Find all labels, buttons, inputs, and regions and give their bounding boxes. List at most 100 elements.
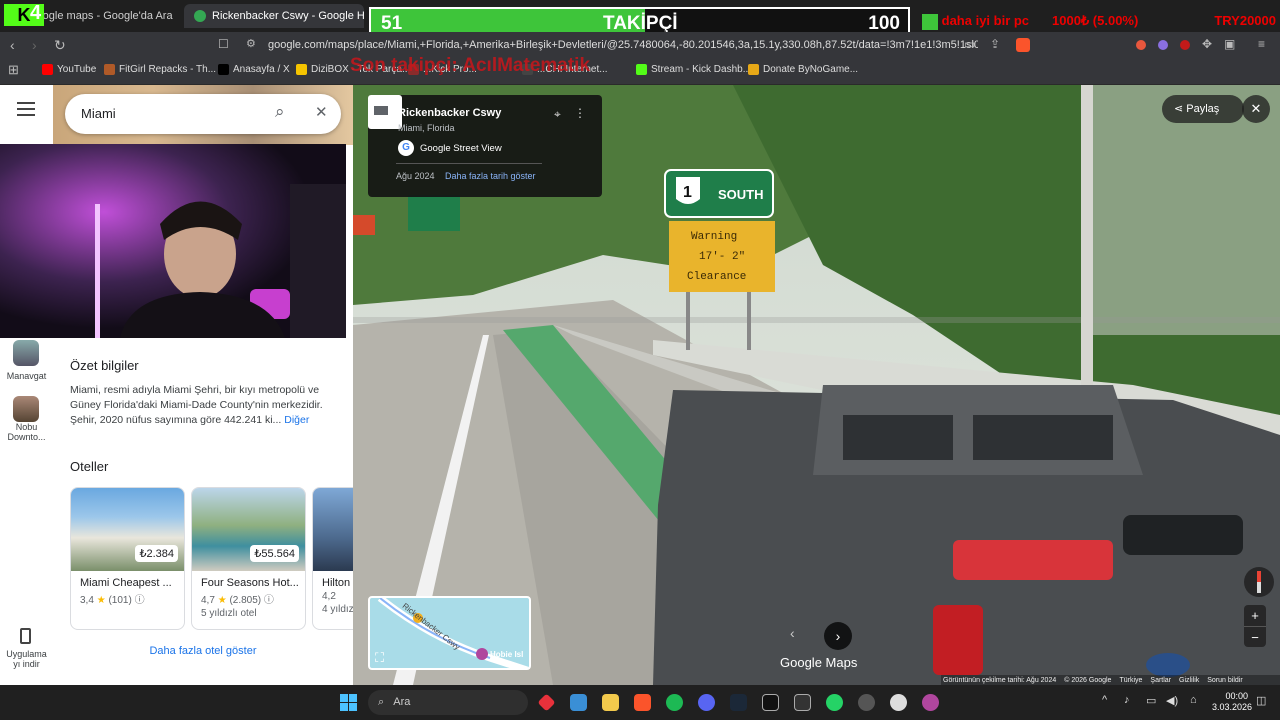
clock[interactable]: 00:00 3.03.2026 — [1212, 691, 1252, 713]
overview-title: Özet bilgiler — [70, 358, 139, 373]
hotel-rating: 4,7 — [201, 595, 215, 606]
microphone-icon[interactable]: ♪ — [1124, 694, 1130, 706]
search-icon[interactable]: ⌕ — [275, 102, 285, 122]
bookmark-icon[interactable]: ☐ — [218, 37, 229, 51]
prev-photo-icon[interactable]: ‹ — [790, 625, 795, 641]
apps-grid-icon[interactable]: ⊞ — [8, 62, 19, 78]
bookmark-kick-dashboard[interactable]: Stream - Kick Dashb... — [636, 64, 751, 75]
app-icon[interactable] — [858, 694, 875, 711]
reload-icon[interactable]: ↻ — [54, 37, 66, 54]
extension-icon[interactable] — [1158, 40, 1168, 50]
info-icon[interactable]: ⓘ — [135, 595, 145, 606]
footer-report[interactable]: Sorun bildir — [1207, 677, 1242, 684]
steam-icon[interactable] — [730, 694, 747, 711]
bookmark-label: Donate ByNoGame... — [763, 64, 859, 75]
share-icon[interactable]: ⇪ — [990, 37, 1000, 51]
epic-games-icon[interactable] — [762, 694, 779, 711]
hotel-card[interactable]: ₺55.564 Four Seasons Hot... 4,7 ★ (2.805… — [191, 487, 306, 630]
recent-place-thumbnail[interactable] — [13, 340, 39, 366]
star-icon: ★ — [96, 595, 106, 606]
network-icon[interactable]: ⌂ — [1190, 694, 1197, 706]
taskbar-search[interactable]: ⌕ Ara — [368, 690, 528, 715]
back-to-map-button[interactable] — [368, 95, 402, 129]
whatsapp-icon[interactable] — [826, 694, 843, 711]
spotify-icon[interactable] — [666, 694, 683, 711]
address-bar-row: ‹ › ↻ ☐ ⚙ google.com/maps/place/Miami,+F… — [0, 32, 1280, 58]
forward-icon[interactable]: › — [32, 37, 37, 53]
share-button[interactable]: ⋖ Paylaş — [1162, 95, 1244, 123]
sign-direction: SOUTH — [718, 187, 764, 202]
start-icon[interactable] — [340, 694, 357, 711]
url-field[interactable]: google.com/maps/place/Miami,+Florida,+Am… — [268, 35, 978, 55]
more-options-icon[interactable]: ⋮ — [574, 106, 586, 120]
hamburger-menu-icon[interactable] — [17, 102, 35, 116]
app-icon[interactable] — [537, 693, 556, 712]
display-icon[interactable]: ▭ — [1146, 694, 1156, 707]
brave-shield-icon[interactable] — [1016, 38, 1030, 52]
sidebar-icon[interactable]: ▣ — [1224, 37, 1235, 51]
place-name: Rickenbacker Cswy — [398, 107, 502, 119]
hotel-card[interactable]: ₺2.384 Miami Cheapest ... 3,4 ★ (101) ⓘ — [70, 487, 185, 630]
footer-capture-date: Görüntünün çekilme tarihi: Ağu 2024 — [943, 676, 1057, 684]
footer-privacy[interactable]: Gizlilik — [1179, 677, 1199, 684]
bookmark-x[interactable]: Anasayfa / X — [218, 64, 290, 75]
close-street-view-button[interactable]: ✕ — [1242, 95, 1270, 123]
donation-ticker: daha iyi bir pc 1000₺ (5.00%) TRY20000 — [922, 13, 1280, 33]
dizibox-icon — [296, 64, 307, 75]
recent-place-label[interactable]: Manavgat — [0, 371, 53, 381]
site-info-icon[interactable]: ⚙ — [246, 37, 256, 50]
extension-icon[interactable] — [1180, 40, 1190, 50]
file-explorer-icon[interactable] — [602, 694, 619, 711]
next-photo-button[interactable]: › — [824, 622, 852, 650]
zoom-out-button[interactable]: − — [1244, 626, 1266, 647]
zoom-controls: + − — [1244, 605, 1266, 647]
zoom-in-button[interactable]: + — [1244, 605, 1266, 626]
volume-icon[interactable]: ◀) — [1166, 694, 1178, 707]
back-icon[interactable]: ‹ — [10, 37, 15, 53]
footer-region[interactable]: Türkiye — [1119, 677, 1142, 684]
compass-icon[interactable] — [1244, 567, 1274, 597]
overview-more-link[interactable]: Diğer — [284, 414, 309, 426]
app-icon[interactable] — [922, 694, 939, 711]
ticker-text: daha iyi bir pc — [941, 13, 1030, 28]
street-view-canvas[interactable]: 1 SOUTH Warning 17'- 2" Clearance Ricken… — [353, 85, 1280, 685]
notification-icon[interactable]: ◫ — [1256, 694, 1266, 707]
hotel-reviews: (2.805) — [229, 595, 262, 606]
bookmark-bynogame[interactable]: Donate ByNoGame... — [748, 64, 858, 75]
street-view-minimap[interactable]: Rickenbacker Cswy Hobie Isl ⛶ — [368, 596, 531, 670]
footer-terms[interactable]: Şartlar — [1150, 677, 1171, 684]
close-icon[interactable]: ✕ — [315, 103, 328, 121]
more-hotels-link[interactable]: Daha fazla otel göster — [53, 645, 353, 657]
maps-search-input[interactable]: Miami — [65, 94, 341, 134]
hotel-reviews: (101) — [108, 595, 132, 606]
info-icon[interactable]: ⓘ — [264, 595, 274, 606]
snipping-tool-icon[interactable] — [794, 694, 811, 711]
search-icon: ⌕ — [378, 696, 385, 708]
location-pin-icon[interactable]: ⌖ — [554, 107, 561, 122]
hotel-class: 5 yıldızlı otel — [201, 608, 257, 619]
discord-icon[interactable] — [698, 694, 715, 711]
cast-icon[interactable]: ▭ — [964, 37, 975, 51]
recent-place-thumbnail[interactable] — [13, 396, 39, 422]
ticker-goal: TRY20000 — [1214, 13, 1276, 28]
extensions-puzzle-icon[interactable]: ✥ — [1202, 37, 1212, 51]
tray-overflow-icon[interactable]: ^ — [1102, 694, 1107, 706]
bookmark-label: FitGirl Repacks - Th... — [119, 64, 217, 75]
more-dates-link[interactable]: Daha fazla tarih göster — [445, 171, 536, 181]
taskbar-search-placeholder: Ara — [393, 696, 411, 708]
get-app-label[interactable]: Uygulama yı indir — [0, 649, 53, 669]
capture-date: Ağu 2024 — [396, 171, 435, 181]
extension-icon[interactable] — [1136, 40, 1146, 50]
menu-icon[interactable]: ≡ — [1258, 37, 1265, 51]
store-icon[interactable] — [570, 694, 587, 711]
share-icon: ⋖ — [1174, 103, 1184, 115]
recent-place-label[interactable]: Nobu Downto... — [0, 422, 53, 442]
obs-icon[interactable] — [890, 694, 907, 711]
bookmark-fitgirl[interactable]: FitGirl Repacks - Th... — [104, 64, 216, 75]
bookmark-youtube[interactable]: YouTube — [42, 64, 96, 75]
tab-google-maps[interactable]: Rickenbacker Cswy - Google Ha ✕ — [184, 4, 364, 28]
brave-icon[interactable] — [634, 694, 651, 711]
expand-map-icon[interactable]: ⛶ — [375, 650, 384, 666]
sign-route-number: 1 — [683, 184, 692, 201]
hotel-rating: 3,4 — [80, 595, 94, 606]
